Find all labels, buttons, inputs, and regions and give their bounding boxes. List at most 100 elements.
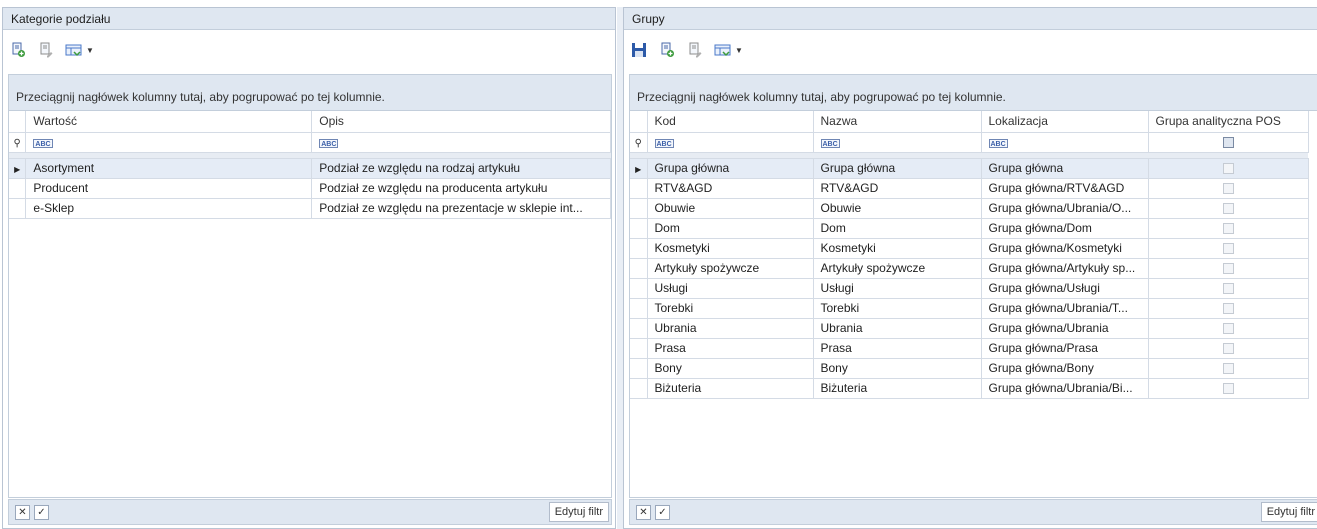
cell[interactable]: Grupa główna [647, 158, 814, 179]
cell[interactable]: Usługi [647, 278, 814, 299]
cell[interactable]: RTV&AGD [647, 178, 814, 199]
cell[interactable]: Grupa główna [981, 158, 1149, 179]
table-row[interactable]: Prasa Prasa Grupa główna/Prasa [630, 338, 1309, 359]
cell[interactable]: Grupa główna/Prasa [981, 338, 1149, 359]
filter-cell-pos[interactable] [1148, 132, 1309, 153]
cell[interactable]: Usługi [813, 278, 982, 299]
pos-checkbox[interactable] [1222, 283, 1234, 295]
cell[interactable]: Grupa główna [813, 158, 982, 179]
cell[interactable]: Podział ze względu na prezentacje w skle… [311, 198, 611, 219]
cell[interactable]: Grupa główna/Bony [981, 358, 1149, 379]
cell[interactable]: Asortyment [25, 158, 313, 179]
table-row[interactable]: e-Sklep Podział ze względu na prezentacj… [9, 198, 611, 219]
add-icon[interactable] [658, 41, 676, 59]
edit-filter-button[interactable]: Edytuj filtr [548, 502, 609, 522]
pos-checkbox[interactable] [1222, 223, 1234, 235]
cell[interactable]: Grupa główna/RTV&AGD [981, 178, 1149, 199]
filter-cell-kod[interactable]: ABC [647, 132, 814, 153]
filter-checkbox[interactable] [1222, 137, 1234, 149]
cell[interactable]: Kosmetyki [813, 238, 982, 259]
edit-icon[interactable] [686, 41, 704, 59]
view-dropdown[interactable]: ▼ [65, 41, 94, 59]
table-row[interactable]: Artykuły spożywcze Artykuły spożywcze Grup… [630, 258, 1309, 279]
cell[interactable]: Biżuteria [813, 378, 982, 399]
cell[interactable]: Podział ze względu na rodzaj artykułu [311, 158, 611, 179]
cell[interactable]: Podział ze względu na producenta artykuł… [311, 178, 611, 199]
column-header-kod[interactable]: Kod [647, 111, 814, 133]
group-by-hint: Przeciągnij nagłówek kolumny tutaj, aby … [9, 75, 611, 111]
cell[interactable]: Dom [813, 218, 982, 239]
table-row[interactable]: Kosmetyki Kosmetyki Grupa główna/Kosmetyki [630, 238, 1309, 259]
cell[interactable]: Obuwie [647, 198, 814, 219]
cell[interactable]: Grupa główna/Kosmetyki [981, 238, 1149, 259]
filter-cell-lokalizacja[interactable]: ABC [981, 132, 1149, 153]
edit-icon[interactable] [37, 41, 55, 59]
cell[interactable]: Prasa [647, 338, 814, 359]
cell[interactable]: Prasa [813, 338, 982, 359]
column-header-wartosc[interactable]: Wartość [25, 111, 313, 133]
pos-checkbox[interactable] [1222, 303, 1234, 315]
filter-cell-opis[interactable]: ABC [311, 132, 611, 153]
table-row[interactable]: Usługi Usługi Grupa główna/Usługi [630, 278, 1309, 299]
toolbar: ▼ [624, 30, 1317, 70]
cell[interactable]: Producent [25, 178, 313, 199]
pos-checkbox[interactable] [1222, 163, 1234, 175]
table-row[interactable]: Biżuteria Biżuteria Grupa główna/Ubrania/B… [630, 378, 1309, 399]
pos-checkbox[interactable] [1222, 323, 1234, 335]
pos-checkbox[interactable] [1222, 183, 1234, 195]
filter-cell-nazwa[interactable]: ABC [813, 132, 982, 153]
row-indicator [630, 378, 648, 399]
cell[interactable]: Grupa główna/Artykuły sp... [981, 258, 1149, 279]
table-row[interactable]: Ubrania Ubrania Grupa główna/Ubrania [630, 318, 1309, 339]
save-icon[interactable] [630, 41, 648, 59]
cell[interactable]: Grupa główna/Ubrania [981, 318, 1149, 339]
cell[interactable]: Grupa główna/Ubrania/Bi... [981, 378, 1149, 399]
add-icon[interactable] [9, 41, 27, 59]
pos-checkbox[interactable] [1222, 203, 1234, 215]
table-row[interactable]: RTV&AGD RTV&AGD Grupa główna/RTV&AGD [630, 178, 1309, 199]
cell[interactable]: Grupa główna/Ubrania/T... [981, 298, 1149, 319]
cell[interactable]: e-Sklep [25, 198, 313, 219]
cell[interactable]: RTV&AGD [813, 178, 982, 199]
cell[interactable]: Ubrania [647, 318, 814, 339]
pos-checkbox[interactable] [1222, 383, 1234, 395]
header-row: Wartość Opis [9, 111, 611, 133]
pos-cell [1148, 278, 1309, 299]
cell[interactable]: Ubrania [813, 318, 982, 339]
cell[interactable]: Artykuły spożywcze [813, 258, 982, 279]
cell[interactable]: Torebki [813, 298, 982, 319]
filter-cell-wartosc[interactable]: ABC [25, 132, 313, 153]
table-row[interactable]: Obuwie Obuwie Grupa główna/Ubrania/O... [630, 198, 1309, 219]
pos-checkbox[interactable] [1222, 243, 1234, 255]
column-header-grupa-analityczna-pos[interactable]: Grupa analityczna POS [1148, 111, 1309, 133]
table-row[interactable]: ▶ Asortyment Podział ze względu na rodza… [9, 158, 611, 179]
column-header-lokalizacja[interactable]: Lokalizacja [981, 111, 1149, 133]
cell[interactable]: Bony [647, 358, 814, 379]
enable-filter-checkbox[interactable]: ✓ [655, 504, 670, 520]
table-row[interactable]: Bony Bony Grupa główna/Bony [630, 358, 1309, 379]
pos-checkbox[interactable] [1222, 343, 1234, 355]
column-header-opis[interactable]: Opis [311, 111, 611, 133]
cell[interactable]: Artykuły spożywcze [647, 258, 814, 279]
clear-filter-icon[interactable]: ✕ [15, 504, 30, 520]
enable-filter-checkbox[interactable]: ✓ [34, 504, 49, 520]
cell[interactable]: Biżuteria [647, 378, 814, 399]
cell[interactable]: Grupa główna/Ubrania/O... [981, 198, 1149, 219]
cell[interactable]: Grupa główna/Dom [981, 218, 1149, 239]
table-row[interactable]: Torebki Torebki Grupa główna/Ubrania/T... [630, 298, 1309, 319]
cell[interactable]: Bony [813, 358, 982, 379]
clear-filter-icon[interactable]: ✕ [636, 504, 651, 520]
pos-checkbox[interactable] [1222, 263, 1234, 275]
table-row[interactable]: Dom Dom Grupa główna/Dom [630, 218, 1309, 239]
cell[interactable]: Obuwie [813, 198, 982, 219]
column-header-nazwa[interactable]: Nazwa [813, 111, 982, 133]
pos-checkbox[interactable] [1222, 363, 1234, 375]
cell[interactable]: Dom [647, 218, 814, 239]
cell[interactable]: Grupa główna/Usługi [981, 278, 1149, 299]
table-row[interactable]: ▶ Grupa główna Grupa główna Grupa główna [630, 158, 1309, 179]
view-dropdown[interactable]: ▼ [714, 41, 743, 59]
edit-filter-button[interactable]: Edytuj filtr [1260, 502, 1317, 522]
cell[interactable]: Kosmetyki [647, 238, 814, 259]
cell[interactable]: Torebki [647, 298, 814, 319]
table-row[interactable]: Producent Podział ze względu na producen… [9, 178, 611, 199]
